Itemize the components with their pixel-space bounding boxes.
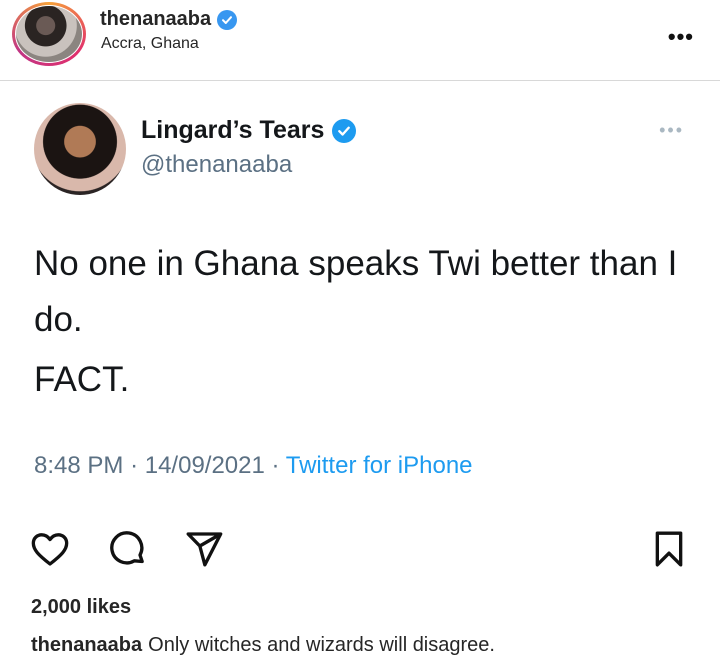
post-location[interactable]: Accra, Ghana bbox=[101, 35, 199, 53]
caption-text: Only witches and wizards will disagree. bbox=[148, 634, 495, 656]
tweet-date: 14/09/2021 bbox=[144, 452, 265, 479]
tweet-avatar bbox=[34, 103, 126, 195]
verified-badge-icon bbox=[217, 9, 238, 30]
tweet-display-name-text: Lingard’s Tears bbox=[141, 116, 325, 144]
heart-icon[interactable] bbox=[26, 525, 74, 573]
tweet-meta: 8:48 PM · 14/09/2021 · Twitter for iPhon… bbox=[34, 452, 473, 480]
story-ring[interactable] bbox=[12, 2, 86, 66]
comment-icon[interactable] bbox=[104, 525, 152, 573]
tweet-separator-2: · bbox=[271, 452, 280, 479]
tweet-handle: @thenanaaba bbox=[141, 151, 293, 178]
caption-username[interactable]: thenanaaba bbox=[31, 634, 142, 656]
post-header: thenanaaba Accra, Ghana ••• bbox=[0, 0, 720, 81]
send-icon[interactable] bbox=[180, 525, 228, 573]
tweet-source: Twitter for iPhone bbox=[285, 452, 473, 479]
action-bar bbox=[0, 525, 720, 573]
post-username[interactable]: thenanaaba bbox=[100, 8, 238, 31]
tweet-separator: · bbox=[130, 452, 139, 479]
avatar[interactable] bbox=[16, 6, 82, 62]
tweet-time: 8:48 PM bbox=[34, 452, 124, 479]
tweet-verified-badge-icon bbox=[332, 118, 357, 143]
tweet-body: No one in Ghana speaks Twi better than I… bbox=[34, 244, 678, 339]
tweet-more-icon: ••• bbox=[659, 120, 684, 140]
post-username-text[interactable]: thenanaaba bbox=[100, 8, 211, 31]
more-dots-icon[interactable]: ••• bbox=[668, 24, 694, 50]
tweet-body-line2: FACT. bbox=[34, 360, 130, 399]
tweet-display-name: Lingard’s Tears bbox=[141, 116, 357, 145]
caption: thenanaaba Only witches and wizards will … bbox=[31, 634, 495, 657]
likes-count[interactable]: 2,000 likes bbox=[31, 596, 131, 619]
bookmark-icon[interactable] bbox=[645, 525, 693, 573]
